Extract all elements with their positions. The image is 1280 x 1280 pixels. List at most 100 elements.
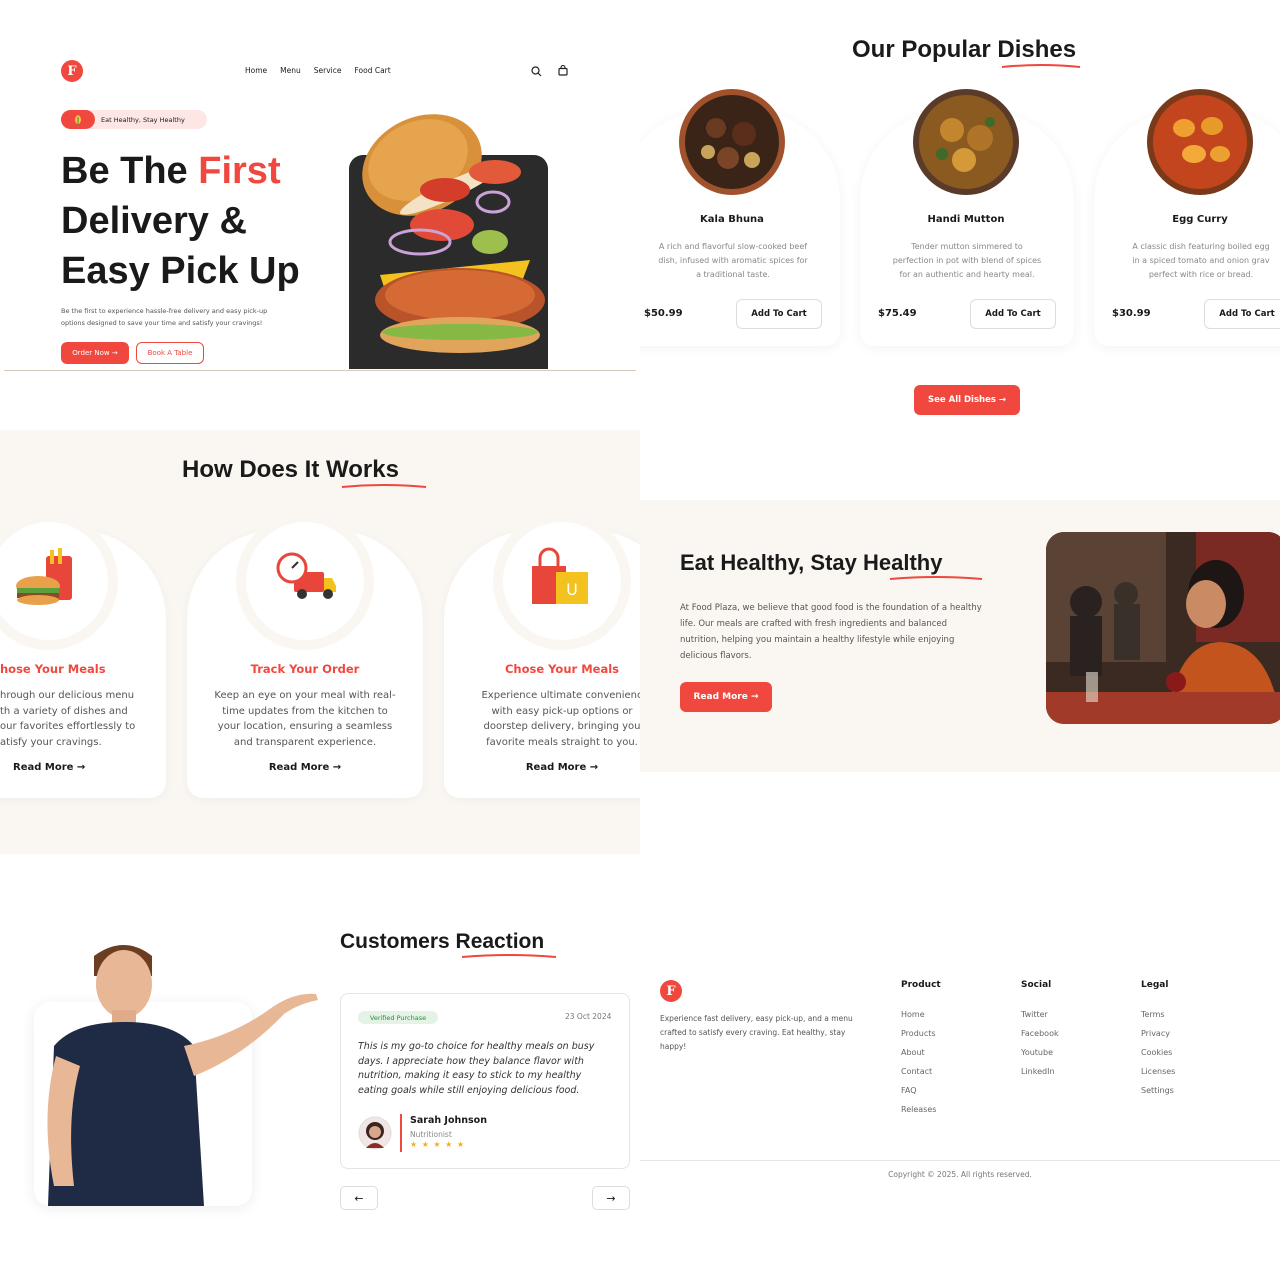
author-name: Sarah Johnson bbox=[410, 1115, 487, 1126]
read-more-button[interactable]: Read More → bbox=[680, 682, 772, 712]
footer-link-privacy[interactable]: Privacy bbox=[1141, 1029, 1175, 1038]
rating-stars: ★ ★ ★ ★ ★ bbox=[410, 1140, 466, 1149]
prev-review-button[interactable]: ← bbox=[340, 1186, 378, 1210]
footer: F Experience fast delivery, easy pick-up… bbox=[640, 960, 1280, 1280]
nav-food-cart[interactable]: Food Cart bbox=[354, 66, 390, 75]
dish-desc-line: A rich and flavorful slow-cooked beef bbox=[658, 242, 808, 251]
step-title: Track Your Order bbox=[250, 662, 360, 676]
healthy-desc-line: At Food Plaza, we believe that good food… bbox=[680, 603, 982, 613]
healthy-title: Eat Healthy, Stay Healthy bbox=[680, 550, 942, 576]
add-to-cart-button[interactable]: Add To Cart bbox=[970, 299, 1056, 329]
how-title-part: How Does It bbox=[182, 456, 327, 483]
avatar bbox=[358, 1116, 392, 1150]
review-quote: This is my go-to choice for healthy meal… bbox=[358, 1040, 594, 1098]
add-to-cart-button[interactable]: Add To Cart bbox=[1204, 299, 1280, 329]
review-date: 23 Oct 2024 bbox=[565, 1012, 612, 1021]
footer-link-twitter[interactable]: Twitter bbox=[1021, 1010, 1059, 1019]
step-desc-line: time updates from the kitchen to bbox=[222, 705, 388, 717]
verified-badge: Verified Purchase bbox=[358, 1011, 438, 1024]
popular-title-part: Our Popular bbox=[852, 36, 998, 63]
footer-link-home[interactable]: Home bbox=[901, 1010, 936, 1019]
read-more-link[interactable]: Read More → bbox=[444, 762, 640, 773]
footer-legal-title: Legal bbox=[1141, 980, 1169, 990]
footer-link-licenses[interactable]: Licenses bbox=[1141, 1067, 1175, 1076]
nav-menu[interactable]: Menu bbox=[280, 66, 301, 75]
dish-desc-line: perfection in pot with blend of spices bbox=[892, 256, 1042, 265]
step-description: Experience ultimate convenienc with easy… bbox=[444, 688, 640, 750]
footer-social-links: Twitter Facebook Youtube LinkedIn bbox=[1021, 1010, 1059, 1076]
read-more-link[interactable]: Read More → bbox=[187, 762, 423, 773]
dish-desc-line: in a spiced tomato and onion grav bbox=[1132, 256, 1270, 265]
how-it-works-section: How Does It Works hose Your Meals hrough… bbox=[0, 430, 640, 854]
footer-link-faq[interactable]: FAQ bbox=[901, 1086, 936, 1095]
hero-description: Be the first to experience hassle-free d… bbox=[61, 305, 267, 329]
add-to-cart-button[interactable]: Add To Cart bbox=[736, 299, 822, 329]
reviews-title-highlight: Reaction bbox=[455, 930, 545, 953]
footer-link-youtube[interactable]: Youtube bbox=[1021, 1048, 1059, 1057]
logo-icon[interactable]: F bbox=[61, 60, 83, 82]
footer-logo-icon[interactable]: F bbox=[660, 980, 682, 1002]
dish-price: $75.49 bbox=[878, 308, 917, 319]
step-desc-line: Experience ultimate convenienc bbox=[481, 690, 640, 701]
step-desc-line: our favorites effortlessly to bbox=[0, 721, 136, 732]
author-divider bbox=[400, 1114, 402, 1152]
copyright: Copyright © 2025. All rights reserved. bbox=[888, 1170, 1032, 1179]
how-title-highlight: Works bbox=[326, 456, 399, 483]
review-quote-line: nutrition, making it easy to stick to my… bbox=[358, 1070, 582, 1081]
title-underline bbox=[341, 484, 427, 488]
author-role: Nutritionist bbox=[410, 1130, 452, 1139]
hero-badge: Eat Healthy, Stay Healthy bbox=[61, 110, 207, 129]
footer-link-releases[interactable]: Releases bbox=[901, 1105, 936, 1114]
restaurant-photo bbox=[1046, 532, 1280, 724]
delivery-truck-icon bbox=[276, 552, 336, 599]
book-table-button[interactable]: Book A Table bbox=[136, 342, 204, 364]
read-more-link[interactable]: Read More → bbox=[13, 762, 85, 773]
footer-link-terms[interactable]: Terms bbox=[1141, 1010, 1175, 1019]
footer-link-cookies[interactable]: Cookies bbox=[1141, 1048, 1175, 1057]
healthy-desc-line: life. Our meals are crafted with fresh i… bbox=[680, 619, 948, 629]
dish-description: Tender mutton simmered to perfection in … bbox=[876, 240, 1058, 282]
footer-product-title: Product bbox=[901, 980, 941, 990]
fast-food-icon bbox=[16, 548, 72, 605]
svg-text:U: U bbox=[566, 580, 578, 599]
nav-home[interactable]: Home bbox=[245, 66, 267, 75]
step-desc-line: atisfy your cravings. bbox=[0, 736, 102, 748]
dish-desc-line: dish, infused with aromatic spices for bbox=[658, 256, 808, 265]
next-review-button[interactable]: → bbox=[592, 1186, 630, 1210]
review-quote-line: days. I appreciate how they balance flav… bbox=[358, 1055, 584, 1067]
bag-icon[interactable] bbox=[558, 65, 568, 76]
footer-link-settings[interactable]: Settings bbox=[1141, 1086, 1175, 1095]
main-nav: Home Menu Service Food Cart bbox=[245, 66, 391, 75]
dish-name: Handi Mutton bbox=[927, 214, 1005, 225]
footer-link-facebook[interactable]: Facebook bbox=[1021, 1029, 1059, 1038]
footer-about: Experience fast delivery, easy pick-up, … bbox=[660, 1012, 853, 1054]
step-description: Keep an eye on your meal with real- time… bbox=[187, 688, 423, 750]
hero-title: Be The First Delivery & Easy Pick Up bbox=[61, 146, 300, 296]
see-all-dishes-button[interactable]: See All Dishes → bbox=[914, 385, 1020, 415]
search-icon[interactable] bbox=[531, 66, 542, 77]
step-title: hose Your Meals bbox=[0, 662, 106, 676]
order-now-button[interactable]: Order Now → bbox=[61, 342, 129, 364]
step-title: Chose Your Meals bbox=[504, 662, 619, 676]
nav-service[interactable]: Service bbox=[314, 66, 342, 75]
healthy-description: At Food Plaza, we believe that good food… bbox=[680, 600, 982, 664]
dish-desc-line: A classic dish featuring boiled egg bbox=[1132, 242, 1270, 251]
step-desc-line: th a variety of dishes and bbox=[0, 705, 128, 717]
hero-divider bbox=[4, 370, 636, 371]
reviews-title-part: Customers bbox=[340, 930, 456, 953]
hero-title-highlight: First bbox=[198, 150, 281, 192]
footer-link-products[interactable]: Products bbox=[901, 1029, 936, 1038]
footer-link-contact[interactable]: Contact bbox=[901, 1067, 936, 1076]
dish-image-handi-mutton bbox=[913, 89, 1019, 195]
healthy-title-highlight: Healthy bbox=[863, 550, 943, 575]
footer-link-about[interactable]: About bbox=[901, 1048, 936, 1057]
step-desc-line: Keep an eye on your meal with real- bbox=[214, 690, 396, 701]
footer-social-title: Social bbox=[1021, 980, 1052, 990]
dish-description: A classic dish featuring boiled egg in a… bbox=[1110, 240, 1280, 282]
dish-description: A rich and flavorful slow-cooked beef di… bbox=[642, 240, 824, 282]
footer-product-links: Home Products About Contact FAQ Releases bbox=[901, 1010, 936, 1114]
step-desc-line: hrough our delicious menu bbox=[0, 690, 135, 701]
hero-title-line-2: Delivery & bbox=[61, 200, 247, 242]
footer-link-linkedin[interactable]: LinkedIn bbox=[1021, 1067, 1059, 1076]
hero-badge-text: Eat Healthy, Stay Healthy bbox=[101, 115, 185, 124]
